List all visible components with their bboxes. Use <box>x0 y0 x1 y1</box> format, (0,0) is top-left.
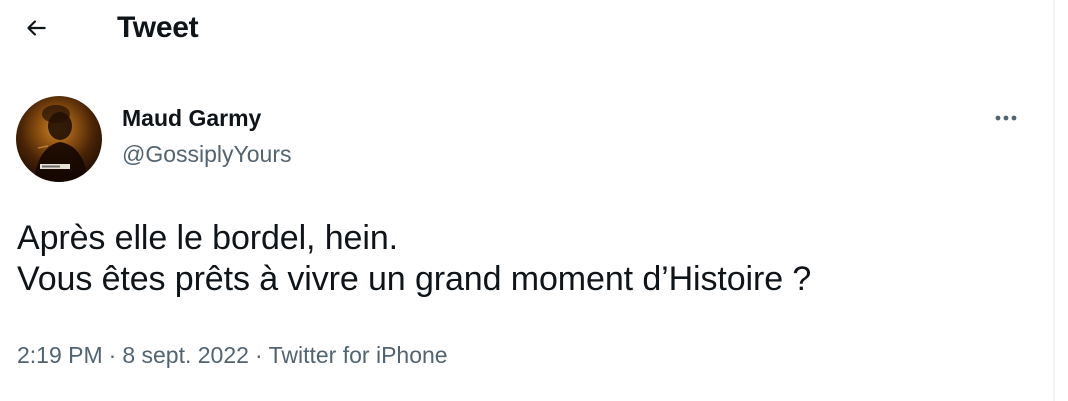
avatar-image <box>34 105 88 182</box>
page-header: Tweet <box>0 0 1053 58</box>
tweet-time[interactable]: 2:19 PM <box>17 342 103 368</box>
tweet-text-line: Après elle le bordel, hein. <box>17 219 398 257</box>
tweet-text-line: Vous êtes prêts à vivre un grand moment … <box>17 260 812 298</box>
tweet-date[interactable]: 8 sept. 2022 <box>122 342 249 368</box>
author-handle[interactable]: @GossiplyYours <box>122 140 292 168</box>
tweet-source[interactable]: Twitter for iPhone <box>269 342 448 368</box>
more-horizontal-icon <box>995 115 1017 121</box>
back-button[interactable] <box>14 8 58 48</box>
tweet-text: Après elle le bordel, hein. Vous êtes pr… <box>17 218 1037 300</box>
meta-separator: · <box>254 342 263 368</box>
tweet-detail-column: Tweet Maud Garmy @GossiplyYours Après el… <box>0 0 1053 401</box>
meta-separator: · <box>108 342 117 368</box>
tweet-meta: 2:19 PM · 8 sept. 2022 · Twitter for iPhone <box>17 340 448 370</box>
avatar[interactable] <box>16 96 102 182</box>
author-name[interactable]: Maud Garmy <box>122 104 261 132</box>
page-title: Tweet <box>117 11 199 44</box>
arrow-left-icon <box>27 20 46 36</box>
right-gutter <box>1055 0 1068 401</box>
more-options-button[interactable] <box>988 103 1024 133</box>
